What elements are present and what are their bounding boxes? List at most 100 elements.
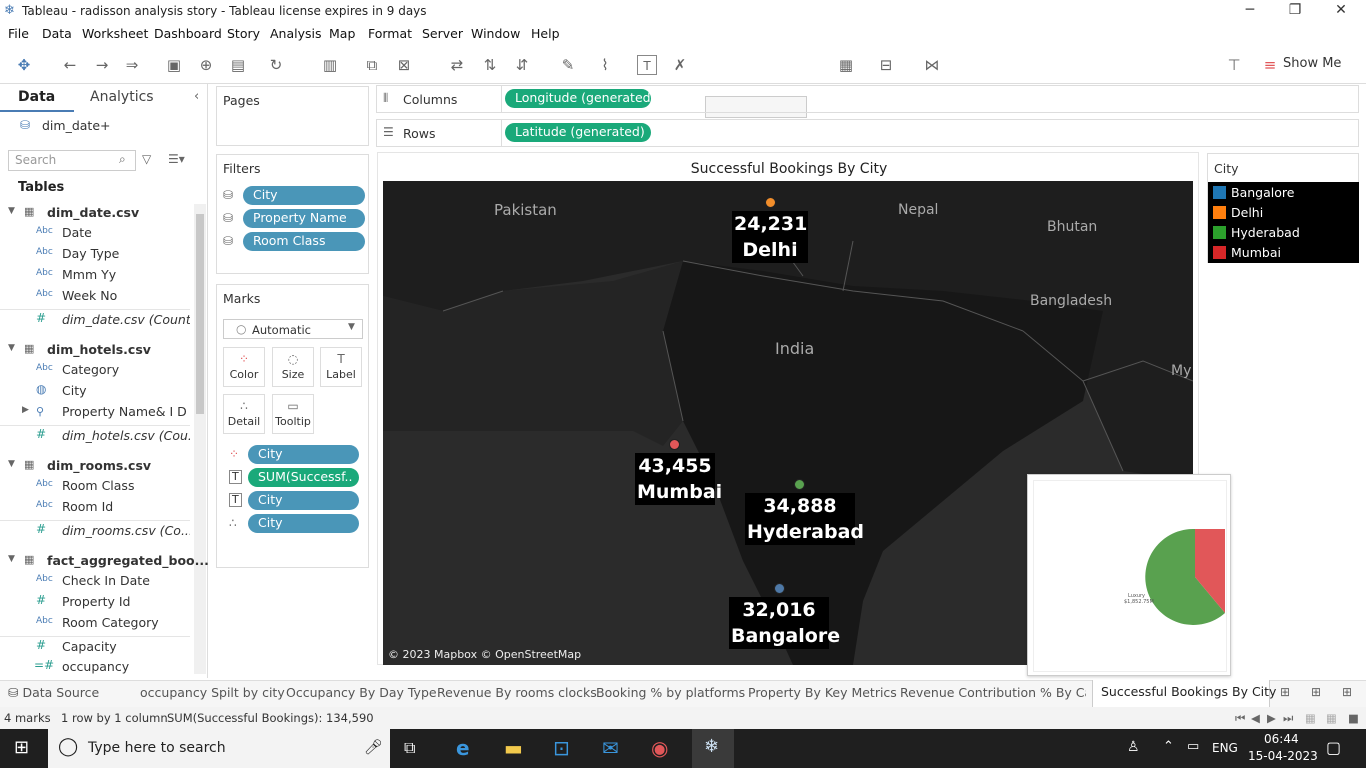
filmstrip-icon[interactable]: ▦ (1326, 711, 1337, 725)
menu-data[interactable]: Data (42, 26, 72, 41)
field-item[interactable]: # Property Id (0, 592, 190, 613)
menu-help[interactable]: Help (531, 26, 560, 41)
tooltip-button[interactable]: ▭ Tooltip (272, 394, 314, 434)
menu-worksheet[interactable]: Worksheet (82, 26, 148, 41)
field-item[interactable]: Abc Check In Date (0, 571, 190, 592)
field-item[interactable]: # dim_date.csv (Count) (0, 309, 190, 330)
search-input[interactable]: Search ⌕ (8, 150, 136, 171)
redo-icon[interactable]: → (92, 55, 112, 75)
label-button[interactable]: T Label (320, 347, 362, 387)
swap-icon[interactable]: ⇄ (447, 55, 467, 75)
filter-pill-property-name[interactable]: Property Name (243, 209, 365, 228)
sheet-tab[interactable]: Booking % by platforms (596, 685, 745, 700)
sheet-tab[interactable]: Revenue By rooms clocks (437, 685, 597, 700)
chart-type-icon[interactable]: ▦ (836, 55, 856, 75)
columns-pill[interactable]: Longitude (generated) (505, 89, 651, 108)
menu-map[interactable]: Map (329, 26, 355, 41)
menu-server[interactable]: Server (422, 26, 463, 41)
show-me-icon[interactable]: ≡ (1260, 55, 1280, 75)
rows-pill[interactable]: Latitude (generated) (505, 123, 651, 142)
field-item[interactable]: Abc Category (0, 360, 190, 381)
show-labels-icon[interactable]: T (637, 55, 657, 75)
restore-icon[interactable]: ❐ (1272, 2, 1318, 18)
new-worksheet-icon[interactable]: ⊞ (1280, 685, 1290, 699)
color-button[interactable]: ⁘ Color (223, 347, 265, 387)
refresh-icon[interactable]: ↻ (266, 55, 286, 75)
collapse-icon[interactable]: ‹ (194, 89, 199, 104)
chrome-icon[interactable]: ◉ (651, 736, 668, 760)
field-item[interactable]: Abc Room Id (0, 497, 190, 518)
sheet-tab[interactable]: Property By Key Metrics (748, 685, 897, 700)
field-item[interactable]: # dim_hotels.csv (Cou... (0, 425, 190, 446)
task-view-icon[interactable]: ⧉ (404, 738, 415, 758)
sheet-tab[interactable]: occupancy Spilt by city (140, 685, 285, 700)
new-dashboard-icon[interactable]: ⊞ (1311, 685, 1321, 699)
pin-icon[interactable]: ⊤ (1224, 55, 1244, 75)
duplicate-icon[interactable]: ⧉ (362, 55, 382, 75)
highlight-icon[interactable]: ✎ (558, 55, 578, 75)
map-point-hyderabad[interactable] (794, 479, 805, 490)
filter-pill-city[interactable]: City (243, 186, 365, 205)
edge-icon[interactable]: e (456, 736, 470, 760)
windows-start-icon[interactable]: ⊞ (14, 737, 29, 758)
field-item[interactable]: ▶ ⚲ Property Name& I D (0, 402, 190, 423)
size-button[interactable]: ◌ Size (272, 347, 314, 387)
tab-analytics[interactable]: Analytics (90, 89, 154, 105)
field-item[interactable]: Abc Week No (0, 286, 190, 307)
map-point-bangalore[interactable] (774, 583, 785, 594)
sort-ascending-icon[interactable]: ⇅ (480, 55, 500, 75)
datasource-name[interactable]: dim_date+ (42, 118, 111, 133)
sheet-tab[interactable]: Revenue Contribution % By Cat... (900, 685, 1086, 700)
mark-pill-city-label[interactable]: City (248, 491, 359, 510)
scrollbar[interactable] (194, 204, 206, 674)
menu-dashboard[interactable]: Dashboard (154, 26, 222, 41)
field-item[interactable]: Abc Date (0, 223, 190, 244)
menu-window[interactable]: Window (471, 26, 520, 41)
tab-data[interactable]: Data (18, 89, 55, 105)
field-item[interactable]: Abc Mmm Yy (0, 265, 190, 286)
file-explorer-icon[interactable]: ▬ (504, 736, 523, 760)
filter-icon[interactable]: ▽ (142, 152, 151, 166)
menu-analysis[interactable]: Analysis (270, 26, 322, 41)
detail-button[interactable]: ∴ Detail (223, 394, 265, 434)
map-point-delhi[interactable] (765, 197, 776, 208)
field-item[interactable]: # Capacity (0, 636, 190, 657)
language-indicator[interactable]: ENG (1212, 741, 1238, 755)
group-icon[interactable]: ⌇ (595, 55, 615, 75)
next-page-icon[interactable]: ▶ (1267, 711, 1276, 725)
mark-type-dropdown[interactable]: ○ Automatic ▼ (223, 319, 363, 339)
store-icon[interactable]: ⊡ (553, 736, 570, 760)
tableau-home-icon[interactable]: ✥ (14, 55, 34, 75)
field-item[interactable]: =# occupancy (0, 657, 190, 678)
fix-axes-icon[interactable]: ✗ (670, 55, 690, 75)
table-header[interactable]: ▼ ▦ dim_date.csv (0, 202, 190, 224)
clear-sheet-icon[interactable]: ⊠ (394, 55, 414, 75)
chevron-up-icon[interactable]: ⌃ (1163, 739, 1174, 754)
share-icon[interactable]: ⋈ (922, 55, 942, 75)
sort-descending-icon[interactable]: ⇵ (512, 55, 532, 75)
table-header[interactable]: ▼ ▦ dim_rooms.csv (0, 455, 190, 477)
network-icon[interactable]: ▭ (1187, 739, 1199, 754)
clock-date[interactable]: 15-04-2023 (1248, 749, 1318, 763)
menu-story[interactable]: Story (227, 26, 260, 41)
datasource-tab[interactable]: ⛁ Data Source (8, 685, 99, 700)
last-page-icon[interactable]: ⏭ (1283, 711, 1293, 726)
mail-icon[interactable]: ✉ (602, 736, 619, 760)
taskbar-search[interactable]: ◯ Type here to search 🎤︎ (48, 729, 390, 768)
map-point-mumbai[interactable] (669, 439, 680, 450)
rows-shelf[interactable]: ☰ Rows Latitude (generated) (376, 119, 1359, 147)
tableau-taskbar-icon[interactable]: ❄ (692, 729, 734, 768)
replay-icon[interactable]: ⇒ (122, 55, 142, 75)
minimize-icon[interactable]: ─ (1227, 2, 1273, 18)
clock-time[interactable]: 06:44 (1264, 732, 1299, 746)
save-icon[interactable]: ▣ (164, 55, 184, 75)
tabs-icon[interactable]: ■ (1348, 711, 1359, 725)
new-datasource-icon[interactable]: ⊕ (196, 55, 216, 75)
table-header[interactable]: ▼ ▦ dim_hotels.csv (0, 339, 190, 361)
menu-format[interactable]: Format (368, 26, 412, 41)
show-me-button[interactable]: Show Me (1283, 56, 1341, 71)
close-icon[interactable]: ✕ (1318, 2, 1364, 18)
mark-pill-sum-label[interactable]: SUM(Successf.. (248, 468, 359, 487)
sheet-tab[interactable]: Occupancy By Day Type (286, 685, 437, 700)
field-item[interactable]: Abc Room Category (0, 613, 190, 634)
